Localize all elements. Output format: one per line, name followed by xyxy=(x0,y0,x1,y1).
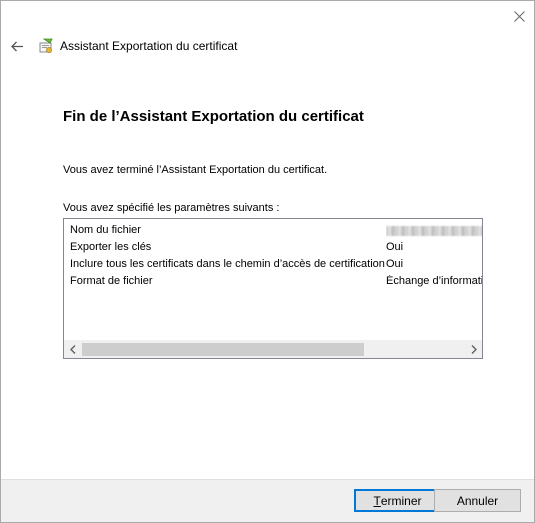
setting-value-redacted xyxy=(386,224,482,239)
setting-name: Nom du fichier xyxy=(70,224,141,236)
wizard-title: Assistant Exportation du certificat xyxy=(60,39,238,53)
setting-value: Oui xyxy=(386,241,404,253)
setting-name: Format de fichier xyxy=(70,275,153,287)
finish-mnemonic: T xyxy=(373,493,381,508)
horizontal-scrollbar[interactable] xyxy=(64,340,482,358)
scroll-right-button[interactable] xyxy=(465,341,482,358)
list-item[interactable]: Exporter les clés Oui xyxy=(64,239,482,256)
scroll-left-button[interactable] xyxy=(64,341,81,358)
page-heading: Fin de l’Assistant Exportation du certif… xyxy=(63,108,364,125)
list-item[interactable]: Inclure tous les certificats dans le che… xyxy=(64,256,482,273)
setting-value: Échange d’informati xyxy=(386,275,482,287)
finish-button[interactable]: Terminer xyxy=(354,489,441,512)
back-arrow-icon xyxy=(10,41,23,51)
chevron-right-icon xyxy=(471,345,477,354)
settings-list-label: Vous avez spécifié les paramètres suivan… xyxy=(63,202,280,214)
finish-label: erminer xyxy=(380,493,422,508)
settings-list[interactable]: Nom du fichier Exporter les clés Oui Inc… xyxy=(63,218,483,359)
setting-name: Inclure tous les certificats dans le che… xyxy=(70,258,385,270)
settings-rows: Nom du fichier Exporter les clés Oui Inc… xyxy=(64,222,482,290)
back-button[interactable] xyxy=(8,37,26,55)
scrollbar-thumb[interactable] xyxy=(82,343,364,356)
setting-value: Oui xyxy=(386,258,404,270)
chevron-left-icon xyxy=(69,345,75,354)
close-icon xyxy=(513,10,525,22)
redacted-file-path xyxy=(386,226,482,236)
setting-name: Exporter les clés xyxy=(70,241,152,253)
cancel-button[interactable]: Annuler xyxy=(434,489,521,512)
list-item[interactable]: Format de fichier Échange d’informati xyxy=(64,273,482,290)
button-bar: Terminer Annuler xyxy=(1,479,534,522)
completed-message: Vous avez terminé l’Assistant Exportatio… xyxy=(63,164,328,176)
list-item[interactable]: Nom du fichier xyxy=(64,222,482,239)
certificate-wizard-icon xyxy=(39,38,53,53)
certificate-export-wizard-window: Assistant Exportation du certificat Fin … xyxy=(0,0,535,523)
close-button[interactable] xyxy=(510,7,528,25)
